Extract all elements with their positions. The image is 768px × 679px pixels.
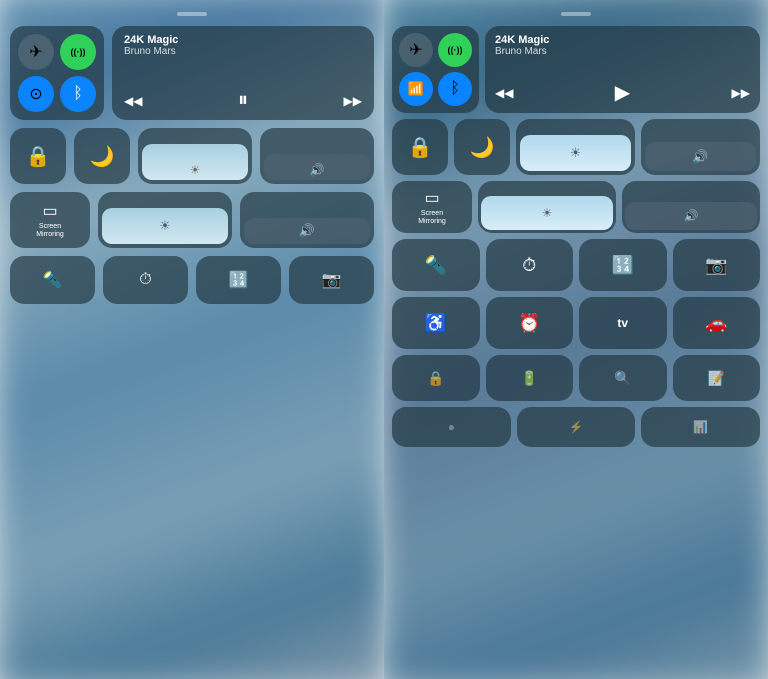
right-timer-button[interactable]: ⏱ — [486, 239, 574, 291]
right-screen-mirror-label: ScreenMirroring — [418, 210, 446, 225]
left-volume-tall[interactable]: 🔊 — [240, 192, 374, 248]
left-play-button[interactable]: ⏸ — [238, 89, 248, 112]
left-panel: ✈ ((·)) ⊙ ᛒ 24K Magic Bruno Mars ◀◀ ⏸ ▶▶ — [0, 0, 384, 679]
left-tools-row: 🔦 ⏱ 🔢 📷 — [10, 256, 374, 304]
right-battery-button[interactable]: 🔋 — [486, 355, 574, 401]
right-carplay-button[interactable]: 🚗 — [673, 297, 761, 349]
right-volume-slider[interactable]: 🔊 — [641, 119, 760, 175]
left-brightness-tall[interactable]: ☀ — [98, 192, 232, 248]
right-row2: 🔒 🌙 ☀ 🔊 — [392, 119, 760, 175]
left-notch-indicator — [177, 12, 207, 16]
airplane-mode-button[interactable]: ✈ — [18, 34, 54, 70]
right-panel: ✈ ((·)) 📶 ᛒ 24K Magic Bruno Mars ◀◀ ▶ ▶▶ — [384, 0, 768, 679]
bluetooth-button[interactable]: ᛒ — [60, 76, 96, 112]
right-extra2-button[interactable]: ⚡ — [517, 407, 636, 447]
left-camera-button[interactable]: 📷 — [289, 256, 374, 304]
left-top-row: ✈ ((·)) ⊙ ᛒ 24K Magic Bruno Mars ◀◀ ⏸ ▶▶ — [10, 26, 374, 120]
right-next-button[interactable]: ▶▶ — [732, 86, 750, 100]
left-connectivity-tile: ✈ ((·)) ⊙ ᛒ — [10, 26, 104, 120]
left-screen-mirror-button[interactable]: ▭ ScreenMirroring — [10, 192, 90, 248]
right-notch-indicator — [561, 12, 591, 16]
right-cellular-button[interactable]: ((·)) — [438, 33, 472, 67]
left-prev-button[interactable]: ◀◀ — [124, 94, 142, 108]
left-media-controls: ◀◀ ⏸ ▶▶ — [124, 89, 362, 112]
right-calculator-button[interactable]: 🔢 — [579, 239, 667, 291]
right-connectivity-tile: ✈ ((·)) 📶 ᛒ — [392, 26, 479, 113]
left-media-artist: Bruno Mars — [124, 46, 362, 57]
left-media-tile: 24K Magic Bruno Mars ◀◀ ⏸ ▶▶ — [112, 26, 374, 120]
right-camera-button[interactable]: 📷 — [673, 239, 761, 291]
right-row5: ♿ ⏰ tv 🚗 — [392, 297, 760, 349]
right-airplane-button[interactable]: ✈ — [399, 33, 433, 67]
right-accessibility-button[interactable]: ♿ — [392, 297, 480, 349]
right-flashlight-button[interactable]: 🔦 — [392, 239, 480, 291]
left-media-info: 24K Magic Bruno Mars — [124, 34, 362, 57]
left-timer-button[interactable]: ⏱ — [103, 256, 188, 304]
right-volume-slider2[interactable]: 🔊 — [622, 181, 760, 233]
right-extra3-button[interactable]: 📊 — [641, 407, 760, 447]
right-magnify-button[interactable]: 🔍 — [579, 355, 667, 401]
left-lock-rotation-button[interactable]: 🔒 — [10, 128, 66, 184]
left-do-not-disturb-button[interactable]: 🌙 — [74, 128, 130, 184]
right-media-info: 24K Magic Bruno Mars — [495, 34, 750, 57]
left-volume-slider[interactable]: 🔊 — [260, 128, 374, 184]
right-brightness-slider[interactable]: ☀ — [516, 119, 635, 175]
right-bottom-row: 🔒 🔋 🔍 📝 — [392, 355, 760, 401]
right-main-content: ✈ ((·)) 📶 ᛒ 24K Magic Bruno Mars ◀◀ ▶ ▶▶ — [392, 26, 760, 447]
left-row2: 🔒 🌙 ☀ 🔊 — [10, 128, 374, 184]
right-notes-button[interactable]: 📝 — [673, 355, 761, 401]
right-row1: ✈ ((·)) 📶 ᛒ 24K Magic Bruno Mars ◀◀ ▶ ▶▶ — [392, 26, 760, 113]
right-alarm-button[interactable]: ⏰ — [486, 297, 574, 349]
right-lock-rotation-button[interactable]: 🔒 — [392, 119, 448, 175]
right-media-controls: ◀◀ ▶ ▶▶ — [495, 80, 750, 105]
left-flashlight-button[interactable]: 🔦 — [10, 256, 95, 304]
right-appletv-button[interactable]: tv — [579, 297, 667, 349]
cellular-button[interactable]: ((·)) — [60, 34, 96, 70]
right-screen-mirror-button[interactable]: ▭ ScreenMirroring — [392, 181, 472, 233]
wifi-button[interactable]: ⊙ — [18, 76, 54, 112]
right-brightness-slider2[interactable]: ☀ — [478, 181, 616, 233]
right-wifi-button[interactable]: 📶 — [399, 72, 433, 106]
right-row3: ▭ ScreenMirroring ☀ 🔊 — [392, 181, 760, 233]
left-brightness-slider[interactable]: ☀ — [138, 128, 252, 184]
left-row3: ▭ ScreenMirroring ☀ 🔊 — [10, 192, 374, 248]
right-bluetooth-button[interactable]: ᛒ — [438, 72, 472, 106]
right-media-tile: 24K Magic Bruno Mars ◀◀ ▶ ▶▶ — [485, 26, 760, 113]
left-calculator-button[interactable]: 🔢 — [196, 256, 281, 304]
right-extra-row: ● ⚡ 📊 — [392, 407, 760, 447]
right-do-not-disturb-button[interactable]: 🌙 — [454, 119, 510, 175]
right-media-title: 24K Magic — [495, 34, 750, 46]
right-prev-button[interactable]: ◀◀ — [495, 86, 513, 100]
right-row4: 🔦 ⏱ 🔢 📷 — [392, 239, 760, 291]
right-play-button[interactable]: ▶ — [615, 80, 630, 105]
left-next-button[interactable]: ▶▶ — [344, 94, 362, 108]
right-media-artist: Bruno Mars — [495, 46, 750, 57]
left-media-title: 24K Magic — [124, 34, 362, 46]
right-lock-button[interactable]: 🔒 — [392, 355, 480, 401]
right-extra1-button[interactable]: ● — [392, 407, 511, 447]
